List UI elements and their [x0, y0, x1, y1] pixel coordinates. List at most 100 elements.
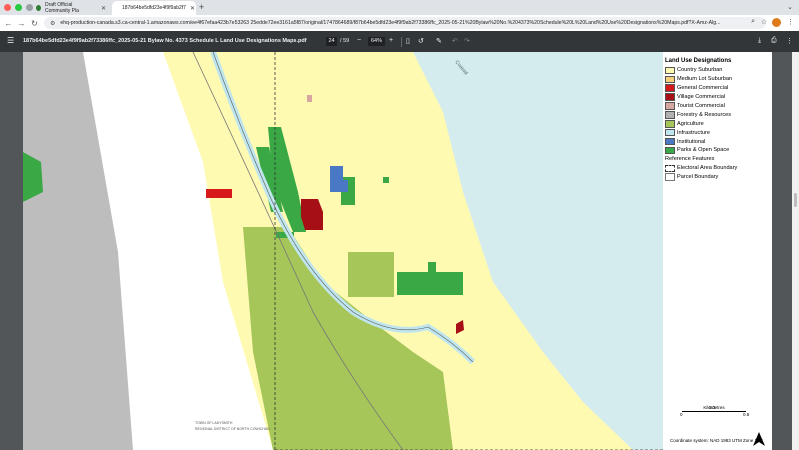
agriculture-block-2	[373, 372, 423, 422]
agriculture-block	[348, 252, 394, 297]
scale-tick-label: 0.6	[743, 412, 750, 417]
coordinate-system-note: Coordinate system: NAD 1983 UTM Zone 10N	[670, 438, 763, 443]
legend-item: Forestry & Resources	[665, 110, 765, 119]
new-tab-button[interactable]: +	[199, 2, 204, 12]
tab-label: Draft Official Community Pla	[44, 2, 79, 14]
legend-label: Village Commercial	[677, 94, 726, 101]
legend-title: Land Use Designations	[665, 58, 732, 64]
legend-item: General Commercial	[665, 84, 765, 93]
window-controls	[4, 4, 33, 11]
page-number-input[interactable]: 24	[326, 37, 337, 46]
zoom-search-icon[interactable]: ⌕	[751, 18, 755, 26]
scale-tick-label: 0.3	[709, 405, 716, 410]
legend-label: Forestry & Resources	[677, 111, 732, 118]
rotate-icon[interactable]: ↺	[418, 37, 424, 45]
legend-item: Infrastructure	[665, 128, 765, 137]
legend-swatch	[665, 93, 675, 101]
zoom-in-icon[interactable]: +	[389, 37, 393, 44]
general-commercial	[206, 189, 232, 198]
zoom-input[interactable]: 64%	[368, 37, 385, 46]
hamburger-menu-icon[interactable]: ☰	[7, 36, 14, 45]
legend-item: Medium Lot Suburban	[665, 75, 765, 84]
scale-line	[682, 411, 746, 412]
profile-avatar[interactable]	[772, 18, 781, 27]
legend-label: General Commercial	[677, 85, 729, 92]
tab-label: 187b64be5dfd23e4f9f9ab2f7	[122, 5, 186, 11]
toolbar-divider	[401, 37, 402, 47]
forward-icon[interactable]: →	[15, 19, 28, 28]
close-tab-icon[interactable]: ✕	[190, 5, 195, 12]
tab-search-chevron-icon[interactable]: ⌄	[787, 3, 793, 11]
close-window-button[interactable]	[4, 4, 11, 11]
land-use-map: Coastal TOWN OF LADYSMITH REGIONAL DISTR…	[23, 52, 663, 450]
scale-ticks: 0 0.3 0.6	[680, 405, 750, 417]
village-commercial	[301, 199, 323, 230]
pdf-viewport[interactable]: Coastal TOWN OF LADYSMITH REGIONAL DISTR…	[0, 52, 799, 450]
maximize-window-button[interactable]	[15, 4, 22, 11]
legend-swatch	[665, 164, 675, 173]
legend-label: Agriculture	[677, 120, 704, 127]
scale-bar: Kilometres 0 0.3 0.6	[680, 405, 750, 417]
address-bar[interactable]: ⚙ ehq-production-canada.s3.ca-central-1.…	[44, 17, 766, 29]
legend-swatch	[665, 128, 675, 137]
legend-item: Parcel Boundary	[665, 173, 765, 182]
legend-item: Agriculture	[665, 119, 765, 128]
legend-swatch	[665, 137, 675, 146]
scale-tick-label: 0	[680, 412, 683, 417]
legend-label: Medium Lot Suburban	[677, 76, 733, 83]
site-favicon-icon	[36, 5, 41, 11]
close-tab-icon[interactable]: ✕	[101, 5, 106, 12]
legend-label: Country Suburban	[677, 67, 723, 74]
more-actions-icon[interactable]: ⋮	[786, 37, 793, 45]
legend-swatch	[665, 173, 675, 181]
pdf-page: Coastal TOWN OF LADYSMITH REGIONAL DISTR…	[23, 52, 772, 450]
legend-swatch	[665, 120, 675, 128]
pdf-toolbar: ☰ 187b64be5dfd23e4f9f9ab2f73386ffc_2025-…	[0, 31, 799, 52]
legend-swatch	[665, 75, 675, 84]
reload-icon[interactable]: ↻	[28, 19, 41, 28]
download-icon[interactable]: ⤓	[758, 37, 761, 45]
page-scrollbar[interactable]	[792, 52, 799, 450]
legend-item: Tourist Commercial	[665, 102, 765, 111]
legend-swatch	[665, 66, 675, 75]
print-icon[interactable]: ⎙	[771, 37, 777, 45]
browser-toolbar: ← → ↻ ⚙ ehq-production-canada.s3.ca-cent…	[0, 15, 799, 31]
tourist-commercial	[307, 95, 312, 102]
legend-label: Electoral Area Boundary	[677, 165, 738, 172]
legend-swatch	[665, 102, 675, 110]
legend-item: Electoral Area Boundary	[665, 164, 765, 173]
map-legend: Land Use Designations Country Suburban M…	[665, 58, 765, 182]
annotate-pen-icon[interactable]: ✎	[436, 37, 442, 45]
town-label: TOWN OF LADYSMITH	[195, 421, 233, 425]
scrollbar-thumb[interactable]	[794, 193, 797, 207]
page-total-value: 59	[343, 38, 350, 44]
legend-item: Institutional	[665, 137, 765, 146]
tab-draft-ocp[interactable]: Draft Official Community Pla ✕	[30, 1, 112, 15]
legend-swatch	[665, 146, 675, 155]
fit-page-icon[interactable]: ▯	[406, 37, 410, 45]
browser-menu-icon[interactable]: ⋮	[787, 18, 794, 26]
legend-label: Institutional	[677, 138, 706, 145]
page-total: / 59	[340, 38, 350, 44]
pdf-title: 187b64be5dfd23e4f9f9ab2f73386ffc_2025-05…	[23, 38, 307, 44]
redo-icon[interactable]: ↷	[464, 37, 470, 45]
undo-icon[interactable]: ↶	[452, 37, 458, 45]
legend-swatch	[665, 84, 675, 92]
back-icon[interactable]: ←	[2, 19, 15, 28]
north-arrow-icon	[753, 432, 765, 446]
legend-item: Parks & Open Space	[665, 146, 765, 155]
zoom-out-icon[interactable]: −	[357, 37, 361, 44]
legend-label: Parcel Boundary	[677, 174, 719, 181]
district-label: REGIONAL DISTRICT OF NORTH COWICHAN	[195, 427, 270, 431]
legend-swatch	[665, 111, 675, 119]
bookmark-star-icon[interactable]: ☆	[761, 18, 767, 26]
tab-strip: Draft Official Community Pla ✕ 187b64be5…	[0, 0, 799, 15]
legend-item: Village Commercial	[665, 93, 765, 102]
legend-label: Parks & Open Space	[677, 147, 730, 154]
reference-title: Reference Features	[665, 155, 715, 162]
url-text: ehq-production-canada.s3.ca-central-1.am…	[60, 20, 721, 26]
legend-label: Tourist Commercial	[677, 103, 725, 109]
park-tiny	[383, 177, 389, 183]
tab-pdf[interactable]: 187b64be5dfd23e4f9f9ab2f7 ✕	[112, 1, 196, 15]
site-info-icon[interactable]: ⚙	[50, 20, 55, 27]
